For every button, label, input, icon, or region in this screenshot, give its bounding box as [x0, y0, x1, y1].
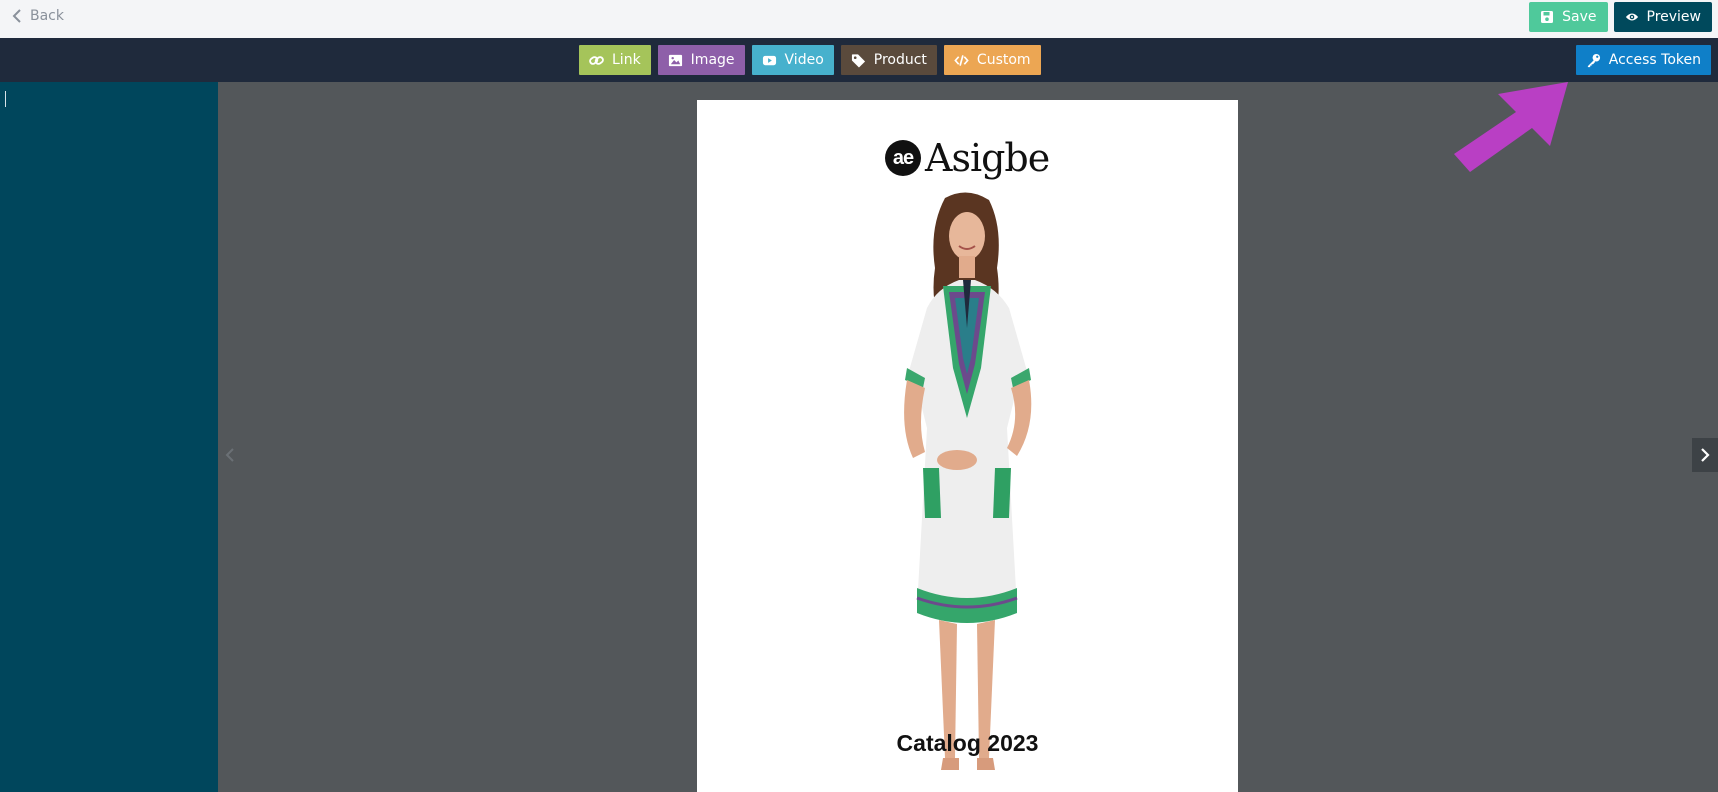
eye-icon — [1625, 13, 1638, 21]
link-tool-label: Link — [612, 52, 641, 68]
brand-logo: ae Asigbe — [885, 136, 1050, 180]
logo-badge: ae — [885, 140, 921, 176]
code-icon — [954, 54, 969, 66]
video-tool-button[interactable]: Video — [751, 45, 834, 75]
image-tool-label: Image — [690, 52, 735, 68]
image-tool-button[interactable]: Image — [657, 45, 745, 75]
access-token-label: Access Token — [1608, 52, 1701, 68]
back-button[interactable]: Back — [12, 8, 64, 24]
annotation-arrow-icon — [1454, 82, 1568, 172]
catalog-title: Catalog 2023 — [896, 730, 1039, 756]
top-bar: Back Save Preview — [0, 0, 1718, 38]
save-label: Save — [1562, 9, 1597, 25]
product-tool-label: Product — [873, 52, 927, 68]
video-icon — [762, 55, 776, 65]
previous-page-button[interactable] — [218, 439, 242, 471]
link-icon — [589, 55, 604, 65]
chevron-left-icon — [12, 9, 21, 23]
preview-label: Preview — [1646, 9, 1702, 25]
image-icon — [668, 54, 682, 66]
save-button[interactable]: Save — [1529, 2, 1608, 32]
preview-button[interactable]: Preview — [1613, 2, 1712, 32]
model-photo — [904, 192, 1032, 770]
back-label: Back — [30, 8, 64, 24]
video-tool-label: Video — [784, 52, 824, 68]
chevron-right-icon — [1701, 448, 1710, 462]
left-sidebar[interactable] — [0, 82, 218, 792]
save-icon — [1541, 11, 1554, 23]
text-cursor — [5, 91, 6, 107]
chevron-left-icon — [225, 448, 234, 462]
custom-tool-label: Custom — [976, 52, 1031, 68]
key-icon — [1587, 53, 1600, 67]
tag-icon — [851, 53, 865, 68]
link-tool-button[interactable]: Link — [579, 45, 651, 75]
catalog-page[interactable]: ae Asigbe Catalog 2023 — [697, 100, 1238, 792]
next-page-button[interactable] — [1692, 438, 1718, 472]
access-token-button[interactable]: Access Token — [1575, 45, 1711, 75]
product-tool-button[interactable]: Product — [840, 45, 937, 75]
logo-text: Asigbe — [925, 136, 1050, 180]
custom-tool-button[interactable]: Custom — [943, 45, 1041, 75]
